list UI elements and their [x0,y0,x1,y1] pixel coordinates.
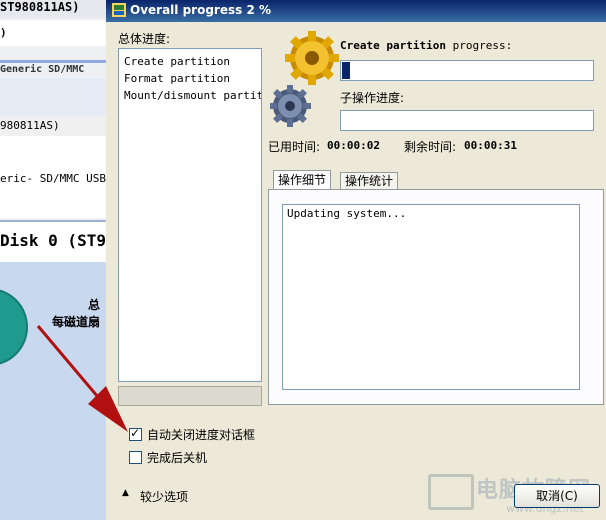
current-operation-name: Create partition [340,39,446,52]
horizontal-scrollbar[interactable] [118,386,262,406]
background-disk-heading: Disk 0 (ST98 [0,220,106,262]
background-panel [0,78,106,116]
dialog-titlebar[interactable]: Overall progress 2 % [106,0,606,22]
background-card-label: eric- SD/MMC USB [0,172,106,185]
collapse-arrow-icon[interactable]: ▲ [122,488,129,498]
progress-dialog: Overall progress 2 % 总体进度: Create partit… [106,0,606,520]
list-item: Format partition [124,72,230,85]
remaining-time-value: 00:00:31 [464,139,517,152]
background-drive-row: ) [0,20,106,46]
log-text: Updating system... [287,207,407,220]
tab-operation-details[interactable]: 操作细节 [273,170,332,189]
dialog-title: Overall progress 2 % [130,3,271,17]
background-title-fragment: ST980811AS) [0,0,106,18]
shutdown-checkbox[interactable] [129,451,142,464]
tab-operation-statistics[interactable]: 操作统计 [340,172,399,189]
list-item: Mount/dismount partitio [124,89,262,102]
sub-operation-label: 子操作进度: [340,91,405,105]
log-textarea[interactable]: Updating system... [282,204,580,390]
elapsed-time-value: 00:00:02 [327,139,380,152]
background-stat-label-2: 每磁道扇 [52,315,101,329]
operation-progress-bar [340,60,594,81]
background-drive-row-2: 980811AS) [0,116,106,136]
remaining-time-label: 剩余时间: [404,140,457,154]
background-card: eric- SD/MMC USB [0,136,106,218]
background-stat-label: 总 [88,298,101,312]
cancel-button[interactable]: 取消(C) [514,484,600,508]
background-disk-label: Generic SD/MMC [0,64,85,75]
overall-progress-label: 总体进度: [118,32,171,46]
elapsed-time-label: 已用时间: [268,140,321,154]
operation-progress-fill [342,62,350,79]
gears-icon [270,31,339,127]
background-separator [0,60,106,63]
auto-close-checkbox[interactable]: ✓ [129,426,142,441]
current-operation-suffix: progress: [445,39,513,52]
operation-list[interactable]: Create partition Format partition Mount/… [118,48,262,382]
sub-operation-progress-bar [340,110,594,131]
checkmark-icon: ✓ [130,426,141,440]
current-operation-label: Create partition progress: [340,38,512,52]
auto-close-label[interactable]: 自动关闭进度对话框 [147,426,255,443]
shutdown-label[interactable]: 完成后关机 [147,449,207,466]
list-item: Create partition [124,55,230,68]
monitor-icon [428,474,474,510]
app-icon [112,3,126,17]
background-app: ST980811AS) ) Generic SD/MMC 980811AS) e… [0,0,106,520]
fewer-options-link[interactable]: 较少选项 [140,488,188,505]
